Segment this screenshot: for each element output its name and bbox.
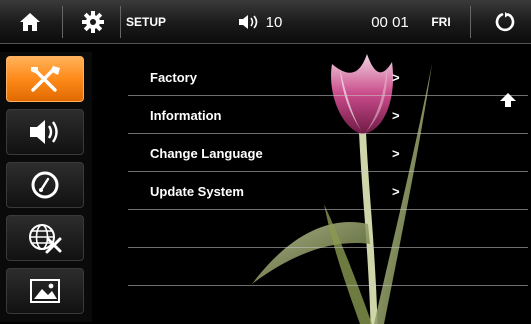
picture-icon bbox=[30, 279, 60, 303]
clock: 00 01 bbox=[360, 0, 420, 44]
day-text: FRI bbox=[431, 15, 451, 29]
menu-item-label: Information bbox=[150, 107, 222, 123]
menu-item-update-system[interactable]: Update System > bbox=[92, 172, 531, 210]
menu-item-label: Change Language bbox=[150, 145, 263, 161]
status-bar: SETUP 10 00 01 FRI bbox=[0, 0, 531, 44]
clock-time: 00 01 bbox=[371, 13, 409, 31]
globe-tools-icon bbox=[29, 224, 62, 254]
day-of-week: FRI bbox=[426, 0, 456, 44]
scroll-up-button[interactable] bbox=[499, 92, 517, 108]
home-icon bbox=[20, 13, 40, 31]
menu-item-information[interactable]: Information > bbox=[92, 96, 531, 134]
power-back-icon bbox=[495, 12, 515, 32]
chevron-right-icon: > bbox=[392, 146, 400, 161]
volume-indicator[interactable]: 10 bbox=[230, 0, 290, 44]
chevron-right-icon: > bbox=[392, 184, 400, 199]
speaker-icon bbox=[30, 120, 58, 144]
menu-item-empty bbox=[92, 210, 531, 248]
volume-level: 10 bbox=[265, 13, 283, 31]
page-title: SETUP bbox=[126, 0, 186, 44]
menu-item-empty bbox=[92, 248, 531, 286]
tools-icon bbox=[31, 66, 60, 92]
arrow-up-icon bbox=[500, 93, 516, 107]
sidebar-item-general[interactable] bbox=[6, 56, 84, 102]
menu-item-label: Update System bbox=[150, 183, 244, 199]
sidebar-item-globe[interactable] bbox=[6, 215, 84, 261]
speaker-icon bbox=[238, 15, 257, 29]
dial-icon bbox=[31, 171, 59, 199]
chevron-right-icon: > bbox=[392, 108, 400, 123]
menu-item-factory[interactable]: Factory > bbox=[92, 58, 531, 96]
gear-icon bbox=[82, 11, 104, 33]
setup-menu: Factory > Information > Change Language … bbox=[92, 58, 531, 286]
sidebar-item-dial[interactable] bbox=[6, 162, 84, 208]
menu-item-change-language[interactable]: Change Language > bbox=[92, 134, 531, 172]
menu-item-label: Factory bbox=[150, 69, 197, 85]
page-title-text: SETUP bbox=[126, 15, 167, 29]
sidebar-item-picture[interactable] bbox=[6, 268, 84, 314]
chevron-right-icon: > bbox=[392, 70, 400, 85]
sidebar-item-audio[interactable] bbox=[6, 109, 84, 155]
divider bbox=[128, 285, 528, 286]
settings-button[interactable] bbox=[76, 0, 110, 44]
home-button[interactable] bbox=[12, 0, 48, 44]
sidebar bbox=[0, 52, 92, 322]
back-button[interactable] bbox=[487, 0, 523, 44]
